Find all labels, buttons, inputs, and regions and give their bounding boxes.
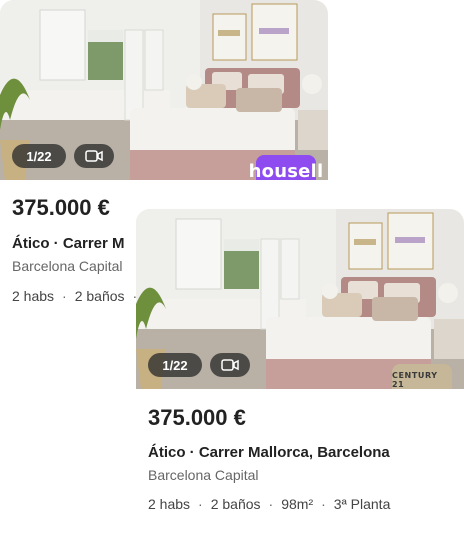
spec-area: 98m² (281, 496, 314, 512)
spec-floor: 3ª Planta (333, 496, 391, 512)
agency-logo: housell (249, 155, 323, 180)
video-button[interactable] (210, 353, 250, 377)
agency-name: housell (248, 160, 324, 181)
listing-specs: 2 habs · 2 baños · (12, 288, 145, 304)
video-camera-icon (221, 359, 239, 371)
listing-title[interactable]: Ático · Carrer M (12, 235, 125, 252)
photo-counter-badge: 1/22 (12, 144, 66, 168)
spec-rooms: 2 habs (12, 288, 55, 304)
listing-photo[interactable]: 1/22 housell (0, 0, 328, 180)
listing-location: Barcelona Capital (148, 467, 259, 483)
agency-name: CENTURY 21 (392, 371, 438, 389)
listing-specs: 2 habs · 2 baños · 98m² · 3ª Planta (148, 496, 390, 512)
listing-photo[interactable]: 1/22 CENTURY 21 (136, 209, 464, 389)
spec-separator: · (321, 496, 326, 512)
spec-separator: · (198, 496, 203, 512)
listing-price: 375.000 € (148, 405, 246, 430)
spec-bathrooms: 2 baños (210, 496, 261, 512)
listing-card[interactable]: 1/22 CENTURY 21 375.000 € Ático · Carrer… (136, 209, 464, 543)
listing-price: 375.000 € (12, 195, 110, 220)
video-camera-icon (85, 150, 103, 162)
photo-counter: 1/22 (26, 148, 52, 164)
spec-separator: · (62, 288, 67, 304)
photo-counter-badge: 1/22 (148, 353, 202, 377)
spec-rooms: 2 habs (148, 496, 191, 512)
listing-location: Barcelona Capital (12, 258, 123, 274)
spec-separator: · (268, 496, 274, 512)
listing-title[interactable]: Ático · Carrer Mallorca, Barcelona (148, 444, 390, 461)
video-button[interactable] (74, 144, 114, 168)
spec-bathrooms: 2 baños (74, 288, 125, 304)
agency-logo: CENTURY 21 (392, 364, 452, 389)
photo-counter: 1/22 (162, 357, 188, 373)
